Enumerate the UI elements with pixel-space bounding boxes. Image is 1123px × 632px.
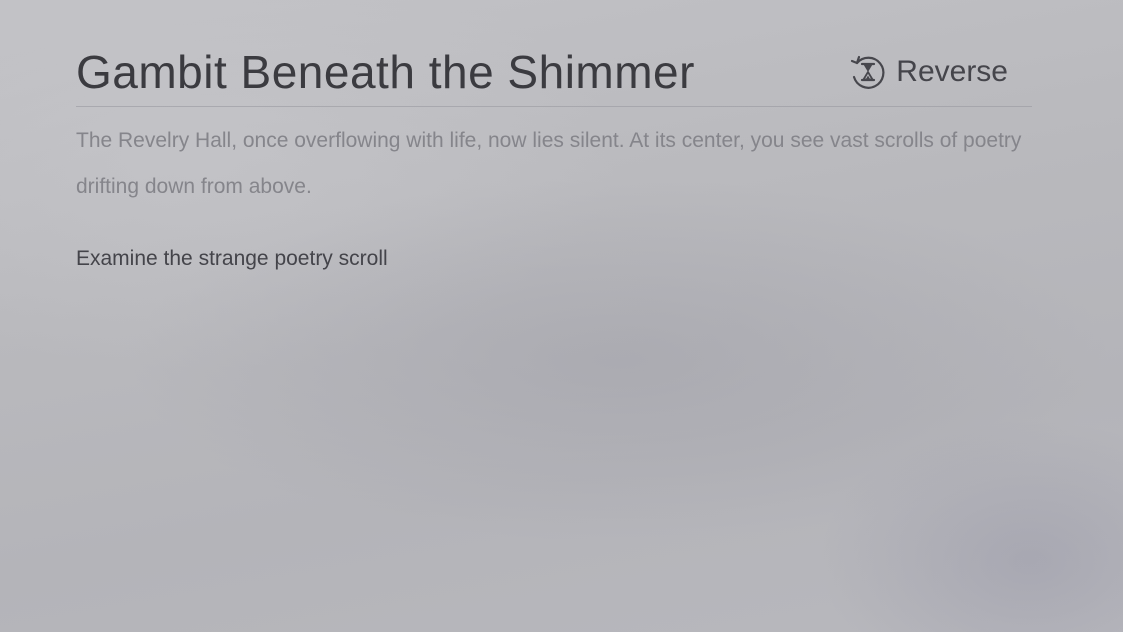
reverse-button[interactable]: Reverse xyxy=(849,52,1008,92)
reverse-label: Reverse xyxy=(896,55,1008,88)
scene-header: Gambit Beneath the Shimmer Reverse xyxy=(76,44,1032,107)
hourglass-rewind-icon xyxy=(849,53,887,91)
game-scene: Gambit Beneath the Shimmer Reverse The R… xyxy=(0,0,1123,632)
scene-title: Gambit Beneath the Shimmer xyxy=(76,46,695,98)
scene-description: The Revelry Hall, once overflowing with … xyxy=(76,129,1022,198)
choice-option[interactable]: Examine the strange poetry scroll xyxy=(76,242,388,276)
